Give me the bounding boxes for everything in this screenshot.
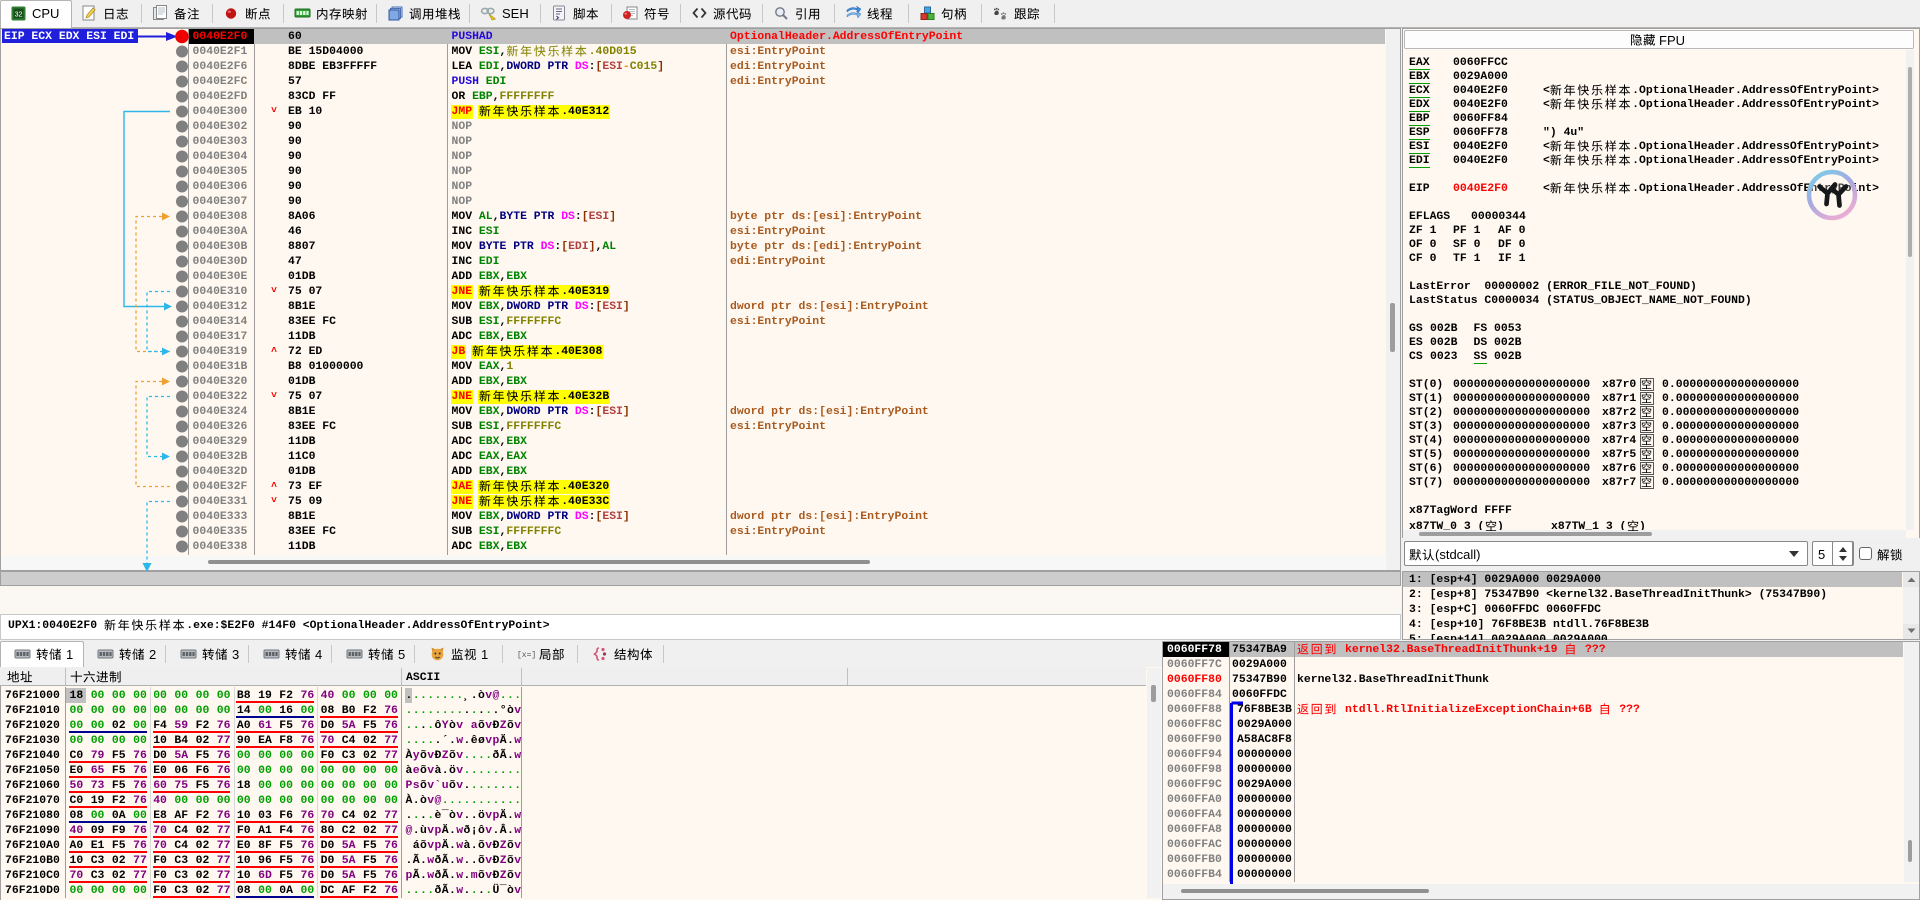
svg-text:[x=]: [x=] xyxy=(517,651,536,660)
